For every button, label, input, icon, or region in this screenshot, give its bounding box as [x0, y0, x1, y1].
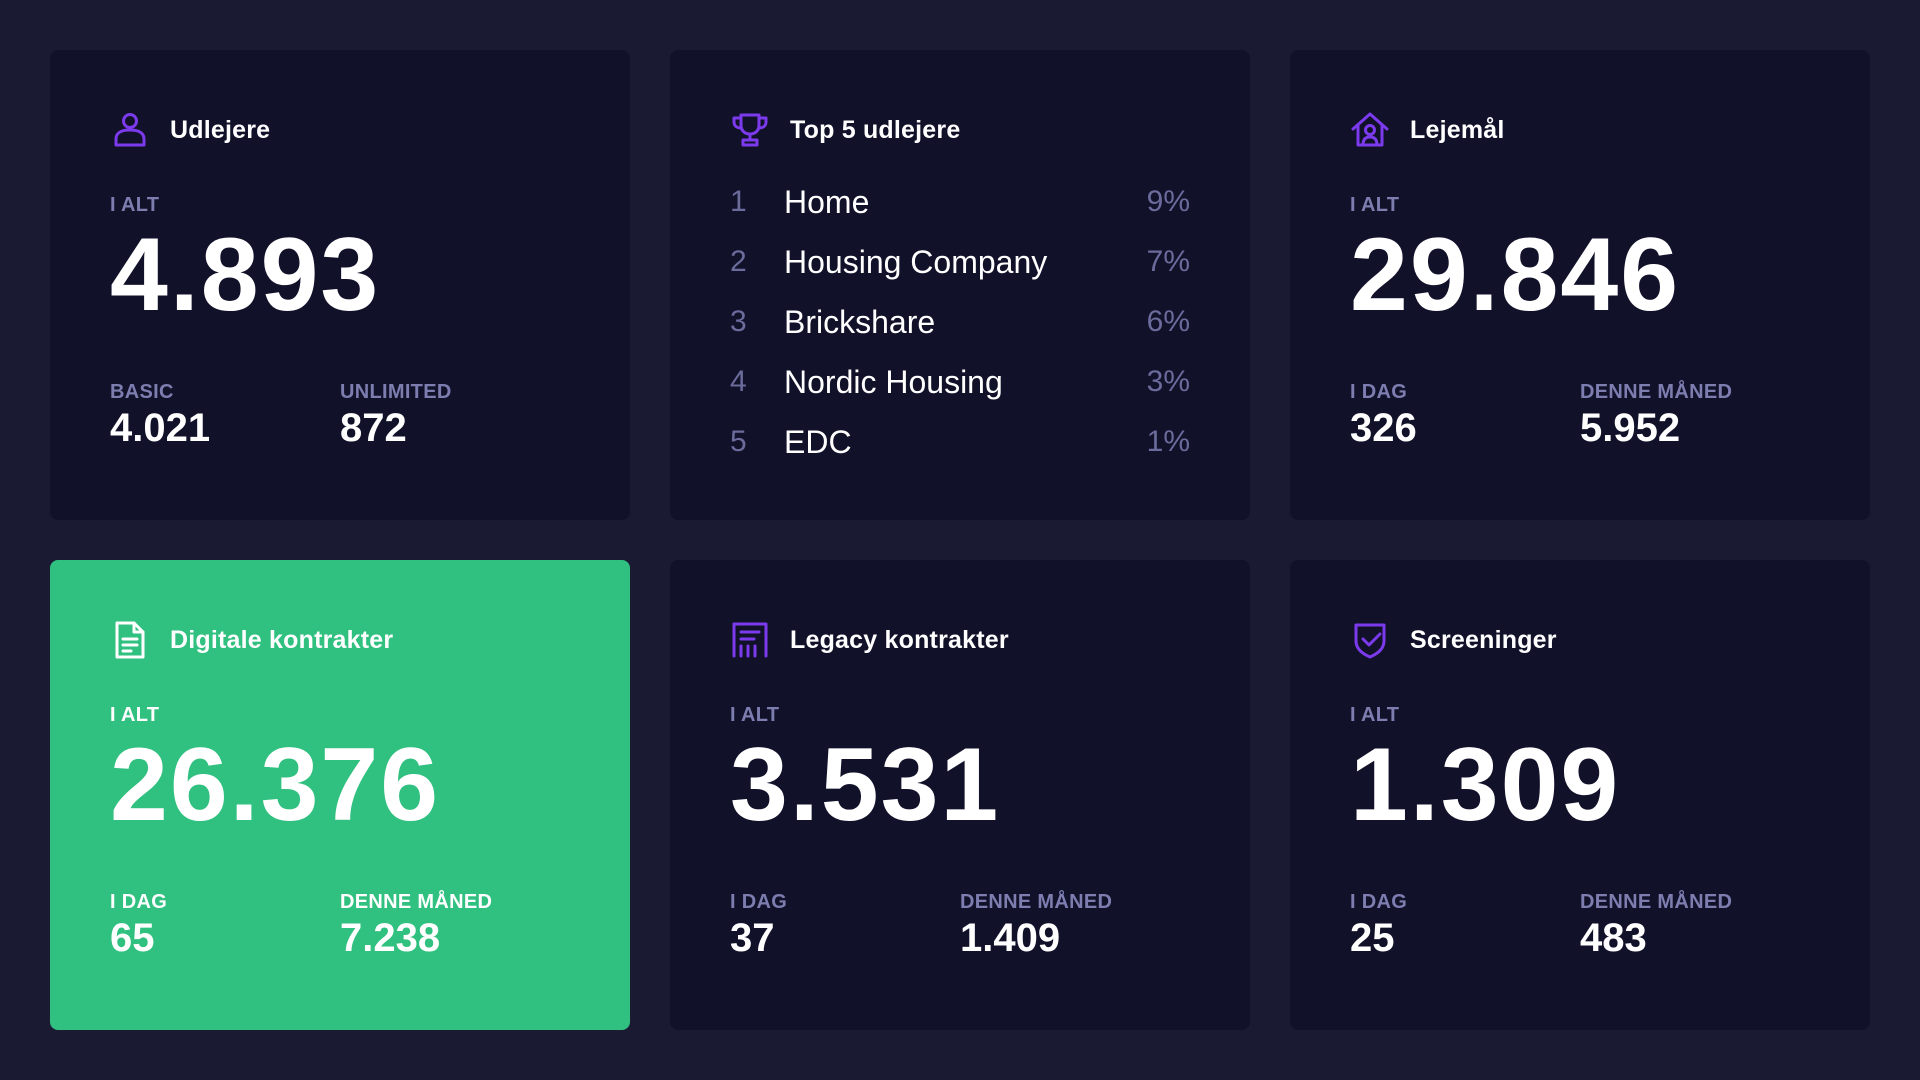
card-title: Screeninger: [1410, 625, 1557, 654]
card-header: Screeninger: [1350, 618, 1810, 662]
card-header: Digitale kontrakter: [110, 618, 570, 662]
card-udlejere: Udlejere I ALT 4.893 BASIC 4.021 UNLIMIT…: [50, 50, 630, 520]
sub-stats: I DAG 65 DENNE MÅNED 7.238: [110, 891, 570, 960]
card-title: Lejemål: [1410, 115, 1505, 144]
share-percent: 3%: [1146, 365, 1190, 398]
card-title: Digitale kontrakter: [170, 625, 394, 654]
card-header: Udlejere: [110, 108, 570, 152]
sub-value: 326: [1350, 406, 1417, 450]
share-percent: 1%: [1146, 425, 1190, 458]
sub-stat-today: I DAG 326: [1350, 381, 1580, 450]
sub-stat-month: DENNE MÅNED 1.409: [960, 891, 1190, 960]
rank-number: 2: [730, 245, 747, 278]
landlord-name: Nordic Housing: [784, 363, 1003, 400]
total-value: 26.376: [110, 727, 441, 843]
card-header: Lejemål: [1350, 108, 1810, 152]
card-top5-udlejere: Top 5 udlejere 1 Home 9% 2 Housing Compa…: [670, 50, 1250, 520]
sub-value: 872: [340, 406, 407, 450]
sub-label: DENNE MÅNED: [1580, 891, 1733, 913]
shield-check-icon: [1350, 620, 1390, 660]
sub-value: 5.952: [1580, 406, 1681, 450]
list-item: 4 Nordic Housing 3%: [730, 352, 1190, 412]
card-header: Top 5 udlejere: [730, 108, 1190, 152]
sub-stats: I DAG 326 DENNE MÅNED 5.952: [1350, 381, 1810, 450]
share-percent: 6%: [1146, 305, 1190, 338]
sub-label: DENNE MÅNED: [1580, 381, 1733, 403]
total-value: 3.531: [730, 727, 1001, 843]
list-item: 5 EDC 1%: [730, 412, 1190, 472]
sub-label: I DAG: [110, 891, 168, 913]
landlord-name: Housing Company: [784, 243, 1048, 280]
total-label: I ALT: [1350, 704, 1400, 726]
list-item: 2 Housing Company 7%: [730, 232, 1190, 292]
sub-label: BASIC: [110, 381, 174, 403]
sub-stats: BASIC 4.021 UNLIMITED 872: [110, 381, 570, 450]
house-icon: [1350, 110, 1390, 150]
sub-label: DENNE MÅNED: [960, 891, 1113, 913]
sub-stat-basic: BASIC 4.021: [110, 381, 340, 450]
trophy-icon: [730, 110, 770, 150]
user-icon: [110, 110, 150, 150]
chart-document-icon: [730, 620, 770, 660]
landlord-name: Brickshare: [784, 303, 936, 340]
sub-label: I DAG: [1350, 891, 1408, 913]
sub-label: I DAG: [730, 891, 788, 913]
document-icon: [110, 620, 150, 660]
total-label: I ALT: [110, 704, 160, 726]
sub-stat-unlimited: UNLIMITED 872: [340, 381, 570, 450]
sub-value: 37: [730, 916, 775, 960]
sub-stat-month: DENNE MÅNED 7.238: [340, 891, 570, 960]
sub-stat-today: I DAG 25: [1350, 891, 1580, 960]
share-percent: 9%: [1146, 185, 1190, 218]
sub-value: 1.409: [960, 916, 1061, 960]
card-header: Legacy kontrakter: [730, 618, 1190, 662]
sub-stats: I DAG 37 DENNE MÅNED 1.409: [730, 891, 1190, 960]
list-item: 3 Brickshare 6%: [730, 292, 1190, 352]
sub-value: 7.238: [340, 916, 441, 960]
sub-stat-today: I DAG 37: [730, 891, 960, 960]
card-digitale-kontrakter: Digitale kontrakter I ALT 26.376 I DAG 6…: [50, 560, 630, 1030]
rank-number: 5: [730, 425, 747, 458]
rank-number: 3: [730, 305, 747, 338]
total-label: I ALT: [110, 194, 160, 216]
dashboard-grid: Udlejere I ALT 4.893 BASIC 4.021 UNLIMIT…: [50, 50, 1870, 1030]
card-title: Top 5 udlejere: [790, 115, 961, 144]
sub-value: 65: [110, 916, 155, 960]
share-percent: 7%: [1146, 245, 1190, 278]
sub-label: I DAG: [1350, 381, 1408, 403]
card-legacy-kontrakter: Legacy kontrakter I ALT 3.531 I DAG 37 D…: [670, 560, 1250, 1030]
total-label: I ALT: [730, 704, 780, 726]
landlord-name: EDC: [784, 423, 852, 460]
landlord-name: Home: [784, 183, 870, 220]
sub-stat-today: I DAG 65: [110, 891, 340, 960]
top5-list: 1 Home 9% 2 Housing Company 7% 3 Bricksh…: [730, 172, 1190, 472]
sub-value: 483: [1580, 916, 1647, 960]
sub-stat-month: DENNE MÅNED 483: [1580, 891, 1810, 960]
sub-stat-month: DENNE MÅNED 5.952: [1580, 381, 1810, 450]
sub-value: 25: [1350, 916, 1395, 960]
total-value: 4.893: [110, 217, 381, 333]
sub-label: DENNE MÅNED: [340, 891, 493, 913]
card-title: Udlejere: [170, 115, 271, 144]
card-title: Legacy kontrakter: [790, 625, 1009, 654]
card-lejemaal: Lejemål I ALT 29.846 I DAG 326 DENNE MÅN…: [1290, 50, 1870, 520]
total-label: I ALT: [1350, 194, 1400, 216]
rank-number: 1: [730, 185, 747, 218]
card-screeninger: Screeninger I ALT 1.309 I DAG 25 DENNE M…: [1290, 560, 1870, 1030]
sub-value: 4.021: [110, 406, 211, 450]
sub-label: UNLIMITED: [340, 381, 452, 403]
sub-stats: I DAG 25 DENNE MÅNED 483: [1350, 891, 1810, 960]
list-item: 1 Home 9%: [730, 172, 1190, 232]
rank-number: 4: [730, 365, 747, 398]
total-value: 1.309: [1350, 727, 1621, 843]
total-value: 29.846: [1350, 217, 1681, 333]
